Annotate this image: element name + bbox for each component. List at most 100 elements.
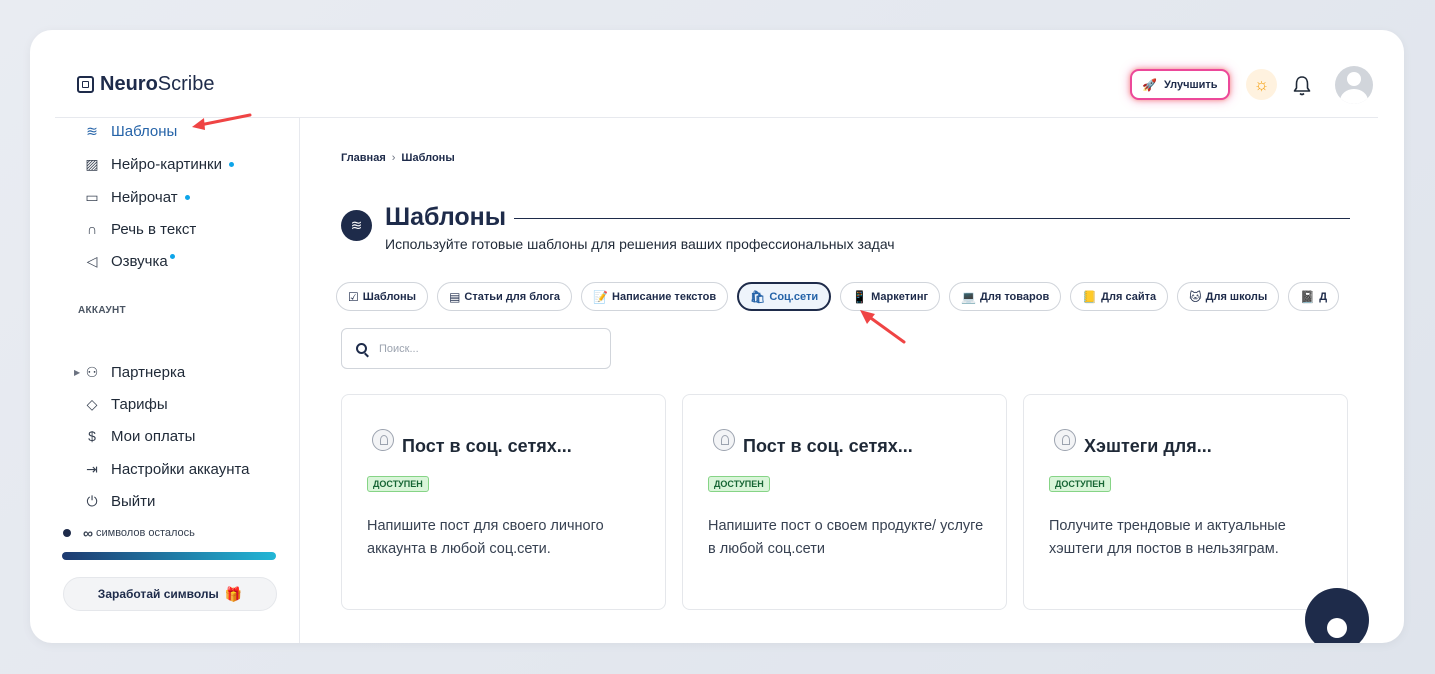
card-title: Пост в соц. сетях... [402,436,572,456]
symbols-progress-fill [62,552,276,560]
category-chip[interactable]: 🛍 Соц.сети [737,282,832,311]
annotation-arrow-icon [860,310,906,344]
category-emoji-icon: 📒 [1082,289,1098,304]
image-icon: ▨ [85,155,99,172]
logo-light: Scribe [157,73,215,95]
headphones-icon: ∩ [86,221,98,237]
category-emoji-icon: 💻 [961,289,977,304]
chat-icon: ▭ [85,188,99,205]
new-dot [169,253,175,259]
sidebar-item-label: Выйти [111,492,156,510]
layers-icon: ≋ [341,210,372,241]
template-icon [372,429,394,451]
logo-icon [77,76,94,93]
card-description: Напишите пост для своего личного аккаунт… [367,518,604,557]
template-card[interactable]: Пост в соц. сетях... ДОСТУПЕН Напишите п… [682,394,1007,610]
upgrade-button[interactable]: 🚀 Улучшить [1130,69,1230,100]
category-emoji-icon: 🐱 [1189,289,1202,304]
top-bar: Neuro Scribe 🚀 Улучшить ☼ [55,30,1378,118]
sidebar-item-label: Нейро-картинки [111,155,222,173]
title-divider [514,218,1350,219]
sidebar-item-speech-to-text[interactable]: ∩ Речь в текст [83,218,196,240]
sidebar-item-account-settings[interactable]: ⇥ Настройки аккаунта [83,458,250,480]
gift-icon: 🎁 [224,585,243,602]
category-label: Статьи для блога [464,290,561,303]
status-badge: ДОСТУПЕН [708,476,770,492]
earn-symbols-button[interactable]: Заработай символы 🎁 [63,577,277,611]
upgrade-label: Улучшить [1163,78,1218,91]
users-icon: ⚇ [85,363,99,380]
breadcrumb-current: Шаблоны [401,152,455,164]
category-label: Шаблоны [362,290,417,303]
category-emoji-icon: 📝 [593,289,609,304]
earn-label: Заработай символы [97,587,219,601]
layers-icon: ≋ [86,122,98,139]
sidebar-item-tariffs[interactable]: ◇ Тарифы [83,393,168,415]
sidebar-item-neuro-images[interactable]: ▨ Нейро-картинки [83,153,234,175]
logo[interactable]: Neuro Scribe [77,73,215,96]
sidebar-item-label: Озвучка [111,252,168,270]
annotation-arrow-icon [192,113,252,130]
category-emoji-icon: 🛍 [750,289,766,304]
status-badge: ДОСТУПЕН [1049,476,1111,492]
page-subtitle: Используйте готовые шаблоны для решения … [385,236,895,252]
speaker-icon: ◁ [86,252,98,269]
category-chip[interactable]: 🐱 Для школы [1177,282,1280,311]
chat-support-button[interactable] [1305,588,1369,643]
template-icon [1054,429,1076,451]
category-chip[interactable]: ▤ Статьи для блога [437,282,573,311]
sidebar-item-templates[interactable]: ≋ Шаблоны [83,120,177,142]
search-box[interactable] [341,328,611,369]
category-label: Для школы [1205,290,1268,303]
card-description: Напишите пост о своем продукте/ услуге в… [708,518,984,557]
category-tabs: ☑ Шаблоны ▤ Статьи для блога 📝 Написание текс… [336,282,1352,314]
category-chip[interactable]: 💻 Для товаров [949,282,1062,311]
sidebar-item-payments[interactable]: $ Мои оплаты [83,425,195,447]
breadcrumb-home[interactable]: Главная [341,152,386,164]
bell-icon[interactable] [1292,75,1312,97]
rocket-icon: 🚀 [1142,77,1157,92]
sidebar-item-label: Нейрочат [111,188,178,206]
category-emoji-icon: 📱 [852,289,868,304]
sidebar-item-neurochat[interactable]: ▭ Нейрочат [83,186,190,208]
new-dot [184,194,190,200]
search-icon [356,343,367,354]
sidebar-item-label: Речь в текст [111,220,197,238]
symbols-remaining: ∞ символов осталось [63,525,195,541]
category-chip[interactable]: 📓 Д [1288,282,1340,311]
page-title: Шаблоны [385,203,507,231]
template-card[interactable]: Хэштеги для... ДОСТУПЕН Получите трендов… [1023,394,1348,610]
card-title: Пост в соц. сетях... [743,436,913,456]
category-label: Маркетинг [871,290,929,303]
caret-right-icon[interactable]: ▶ [74,368,80,377]
account-section-heading: АККАУНТ [78,305,126,316]
sidebar-item-label: Партнерка [111,363,186,381]
symbols-progress-bar [62,552,276,560]
status-badge: ДОСТУПЕН [367,476,429,492]
category-label: Для сайта [1101,290,1157,303]
dollar-icon: $ [88,428,96,444]
login-icon: ⇥ [86,460,98,477]
sidebar-item-partner[interactable]: ▶ ⚇ Партнерка [74,361,186,383]
sidebar-item-label: Мои оплаты [111,427,196,445]
template-icon [713,429,735,451]
sidebar-item-label: Шаблоны [111,122,178,140]
category-label: Д [1319,290,1328,303]
template-card[interactable]: Пост в соц. сетях... ДОСТУПЕН Напишите п… [341,394,666,610]
sidebar-item-logout[interactable]: ⏻ Выйти [83,490,155,512]
search-input[interactable] [379,342,579,355]
category-chip[interactable]: ☑ Шаблоны [336,282,429,311]
avatar[interactable] [1335,66,1373,104]
category-chip[interactable]: 📒 Для сайта [1070,282,1169,311]
category-chip[interactable]: 📝 Написание текстов [581,282,729,311]
theme-toggle-sun-icon[interactable]: ☼ [1246,69,1277,100]
new-dot [228,161,234,167]
category-label: Написание текстов [612,290,717,303]
logo-bold: Neuro [100,73,158,95]
category-emoji-icon: 📓 [1300,289,1316,304]
breadcrumb-separator: › [391,152,396,164]
sidebar-item-label: Настройки аккаунта [111,460,250,478]
sidebar-item-voiceover[interactable]: ◁ Озвучка [83,250,175,272]
card-title: Хэштеги для... [1084,436,1212,456]
symbols-label: символов осталось [95,527,195,539]
